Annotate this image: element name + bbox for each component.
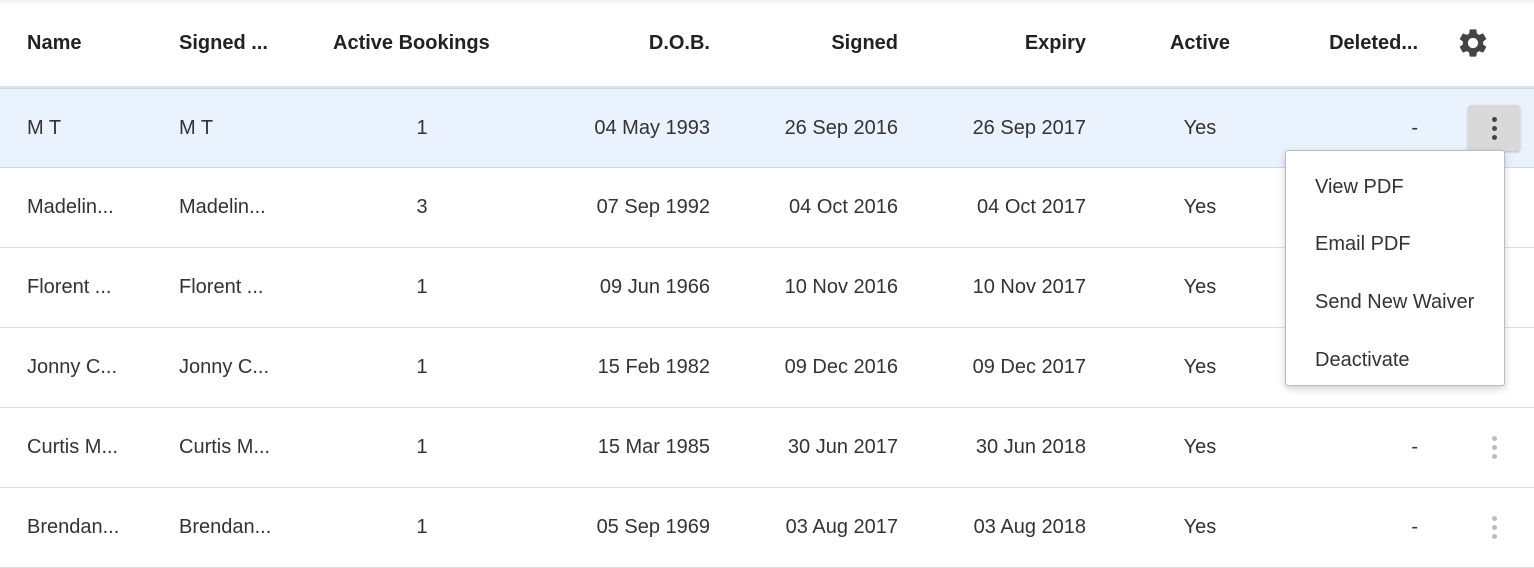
- more-vertical-icon[interactable]: [1468, 105, 1520, 151]
- cell-expiry: 10 Nov 2017: [972, 276, 1086, 298]
- cell-dob: 05 Sep 1969: [596, 516, 710, 538]
- column-header-deleted[interactable]: Deleted...: [1300, 0, 1418, 86]
- cell-name: Brendan...: [27, 516, 120, 538]
- cell-active: Yes: [1183, 276, 1217, 298]
- cell-dob: 07 Sep 1992: [596, 196, 710, 218]
- cell-expiry: 26 Sep 2017: [972, 116, 1086, 139]
- cell-active: Yes: [1183, 516, 1217, 538]
- cell-active: Yes: [1183, 356, 1217, 378]
- cell-name: Curtis M...: [27, 436, 119, 458]
- cell-deleted: -: [1411, 516, 1418, 538]
- cell-active: Yes: [1183, 436, 1217, 458]
- cell-active-bookings: 1: [416, 116, 428, 139]
- column-header-signed[interactable]: Signed: [750, 0, 898, 86]
- column-header-expiry[interactable]: Expiry: [940, 0, 1086, 86]
- table-header: Name Signed ... Active Bookings D.O.B. S…: [0, 0, 1534, 88]
- cell-active-bookings: 1: [416, 516, 428, 538]
- cell-signed: 03 Aug 2017: [785, 516, 898, 538]
- cell-dob: 15 Feb 1982: [597, 356, 710, 378]
- gear-icon[interactable]: [1456, 26, 1490, 60]
- cell-dob: 09 Jun 1966: [599, 276, 710, 298]
- cell-signed: 04 Oct 2016: [789, 196, 898, 218]
- cell-name: Madelin...: [27, 196, 114, 218]
- column-header-signed-by[interactable]: Signed ...: [179, 0, 299, 86]
- cell-signed: 10 Nov 2016: [784, 276, 898, 298]
- cell-expiry: 04 Oct 2017: [977, 196, 1086, 218]
- cell-active: Yes: [1183, 116, 1217, 139]
- table-row[interactable]: Curtis M... Curtis M... 1 15 Mar 1985 30 Jun…: [0, 408, 1534, 488]
- row-actions-menu: View PDF Email PDF Send New Waiver Deact…: [1285, 150, 1505, 386]
- cell-name: M T: [27, 116, 62, 139]
- table-row[interactable]: Brendan... Brendan... 1 05 Sep 1969 03 Aug 2…: [0, 488, 1534, 568]
- column-header-name[interactable]: Name: [27, 0, 147, 86]
- cell-signed-by: Florent ...: [179, 276, 264, 298]
- column-header-active-bookings[interactable]: Active Bookings: [333, 0, 511, 86]
- cell-dob: 04 May 1993: [594, 116, 710, 139]
- more-vertical-icon[interactable]: [1468, 425, 1520, 471]
- menu-item-view-pdf[interactable]: View PDF: [1286, 159, 1504, 215]
- cell-active-bookings: 1: [416, 276, 428, 298]
- menu-item-email-pdf[interactable]: Email PDF: [1286, 215, 1504, 273]
- cell-name: Florent ...: [27, 276, 112, 298]
- settings-cell: [1456, 0, 1534, 86]
- cell-deleted: -: [1411, 436, 1418, 458]
- cell-active-bookings: 1: [416, 436, 428, 458]
- column-header-dob[interactable]: D.O.B.: [560, 0, 710, 86]
- cell-signed-by: M T: [179, 116, 214, 139]
- cell-signed-by: Jonny C...: [179, 356, 270, 378]
- cell-expiry: 09 Dec 2017: [972, 356, 1086, 378]
- cell-active-bookings: 1: [416, 356, 428, 378]
- cell-active-bookings: 3: [416, 196, 428, 218]
- menu-item-send-new-waiver[interactable]: Send New Waiver: [1286, 273, 1504, 331]
- cell-signed-by: Curtis M...: [179, 436, 271, 458]
- cell-signed-by: Madelin...: [179, 196, 266, 218]
- cell-signed-by: Brendan...: [179, 516, 272, 538]
- cell-expiry: 30 Jun 2018: [975, 436, 1086, 458]
- row-action-cell: [1456, 488, 1534, 567]
- row-action-cell: [1456, 408, 1534, 487]
- cell-signed: 09 Dec 2016: [784, 356, 898, 378]
- cell-name: Jonny C...: [27, 356, 118, 378]
- more-vertical-icon[interactable]: [1468, 505, 1520, 551]
- cell-dob: 15 Mar 1985: [597, 436, 710, 458]
- menu-item-deactivate[interactable]: Deactivate: [1286, 331, 1504, 389]
- cell-signed: 26 Sep 2016: [784, 116, 898, 139]
- cell-signed: 30 Jun 2017: [787, 436, 898, 458]
- cell-active: Yes: [1183, 196, 1217, 218]
- column-header-active[interactable]: Active: [1150, 0, 1250, 86]
- cell-expiry: 03 Aug 2018: [973, 516, 1086, 538]
